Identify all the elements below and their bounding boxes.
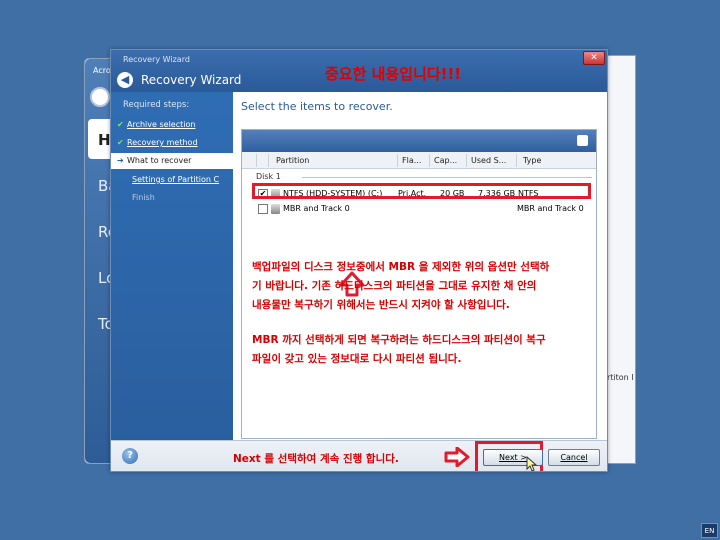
drive-icon <box>271 204 280 214</box>
column-partition[interactable]: Partition <box>276 156 309 165</box>
selected-row-highlight <box>252 183 591 199</box>
help-icon[interactable]: ? <box>122 448 138 464</box>
back-arrow-icon[interactable]: ◀ <box>117 72 133 88</box>
footer-note: Next 를 선택하여 계속 진행 합니다. <box>233 453 399 465</box>
note-line: 파일이 갖고 있는 정보대로 다시 파티션 됩니다. <box>252 353 462 365</box>
steps-sidebar: Required steps: ✔ Archive selection ✔ Reco… <box>111 92 233 440</box>
row-checkbox[interactable] <box>258 204 268 214</box>
step-label: Finish <box>132 193 155 202</box>
window-title: Recovery Wizard <box>141 73 242 87</box>
step-finish: Finish <box>132 193 155 202</box>
column-used-space[interactable]: Used S... <box>471 156 506 165</box>
recovery-wizard-window: Recovery Wizard ◀ Recovery Wizard ✕ 중요한 … <box>110 49 608 472</box>
step-recovery-method[interactable]: ✔ Recovery method <box>117 138 198 147</box>
note-line: 백업파일의 디스크 정보중에서 MBR 을 제외한 위의 옵션만 선택하 <box>252 261 550 273</box>
next-button-label: Next > <box>499 453 527 462</box>
right-window-edge: rtiton I <box>607 55 636 464</box>
column-header: Partition Fla... Cap... Used S... Type <box>242 152 596 169</box>
note-line: MBR 까지 선택하게 되면 복구하려는 하드디스크의 파티션이 복구 <box>252 334 546 346</box>
step-archive-selection[interactable]: ✔ Archive selection <box>117 120 195 129</box>
row-type: MBR and Track 0 <box>517 204 584 213</box>
disk-divider <box>302 177 592 178</box>
column-type[interactable]: Type <box>523 156 541 165</box>
partition-row[interactable]: MBR and Track 0 MBR and Track 0 <box>242 202 596 216</box>
row-partition: MBR and Track 0 <box>283 204 350 213</box>
right-arrow-icon <box>444 446 470 470</box>
cancel-button-label: Cancel <box>560 453 588 462</box>
wizard-footer: ? Next 를 선택하여 계속 진행 합니다. Next > Cancel <box>111 440 607 471</box>
note-line: 내용물만 복구하기 위해서는 반드시 지켜야 할 사항입니다. <box>252 299 510 311</box>
step-what-to-recover[interactable]: ➔ What to recover <box>111 153 233 169</box>
warning-title: 중요한 내용입니다!!! <box>325 65 462 83</box>
arrow-icon: ➔ <box>117 156 124 165</box>
step-label: Settings of Partition C <box>132 175 220 184</box>
list-anchor <box>241 179 597 180</box>
column-capacity[interactable]: Cap... <box>434 156 457 165</box>
column-settings-icon[interactable] <box>577 135 588 146</box>
note-line: 기 바랍니다. 기존 하드디스크의 파티션을 그대로 유지한 채 안의 <box>252 280 537 292</box>
step-label: Recovery method <box>127 138 198 147</box>
background-home-icon <box>90 87 110 107</box>
steps-heading: Required steps: <box>123 100 190 110</box>
window-caption: Recovery Wizard <box>123 55 190 64</box>
mbr-warning-note: MBR 까지 선택하게 되면 복구하려는 하드디스크의 파티션이 복구 파일이 … <box>252 331 597 369</box>
content-title: Select the items to recover. <box>241 100 393 113</box>
language-indicator[interactable]: EN <box>701 523 718 538</box>
background-app-title: Acro <box>93 66 111 75</box>
instruction-note: 백업파일의 디스크 정보중에서 MBR 을 제외한 위의 옵션만 선택하 기 바… <box>252 258 597 315</box>
title-bar: Recovery Wizard ◀ Recovery Wizard ✕ 중요한 … <box>111 50 607 92</box>
check-icon: ✔ <box>117 120 124 129</box>
step-label: What to recover <box>127 156 192 165</box>
column-flags[interactable]: Fla... <box>402 156 421 165</box>
cancel-button[interactable]: Cancel <box>548 449 600 466</box>
mouse-cursor-icon <box>526 455 538 471</box>
partition-list: Partition Fla... Cap... Used S... Type D… <box>241 129 597 439</box>
list-toolbar <box>242 130 596 152</box>
step-label: Archive selection <box>127 120 196 129</box>
close-button[interactable]: ✕ <box>583 51 605 65</box>
check-icon: ✔ <box>117 138 124 147</box>
step-settings-partition-c[interactable]: Settings of Partition C <box>132 175 219 184</box>
